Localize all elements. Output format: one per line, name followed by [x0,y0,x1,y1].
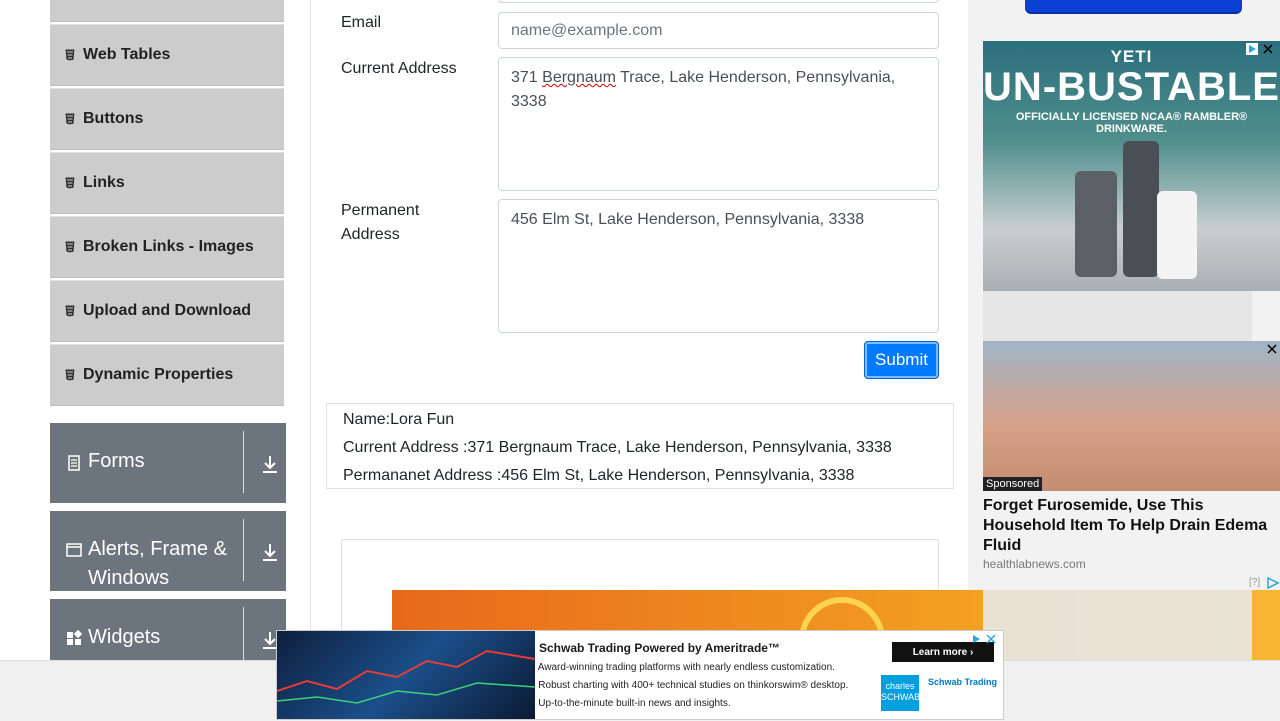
divider [243,519,244,581]
widgets-icon [67,630,82,645]
white-tumbler-image [1157,191,1197,279]
ad-top-button[interactable] [1025,0,1242,12]
sidebar: Web Tables Buttons Links Broken Links - … [28,0,311,679]
schwab-title: Schwab Trading Powered by Ameritrade™ [539,641,780,655]
sidebar-item-label: Broken Links - Images [83,238,254,255]
html5-icon [64,177,76,189]
email-field[interactable]: name@example.com [498,12,939,49]
sidebar-item-label: Buttons [83,110,144,127]
learn-more-button[interactable]: Learn more › [892,642,994,662]
html5-icon [64,113,76,125]
html5-icon [64,49,76,61]
schwab-bullet-3: • Up-to-the-minute built-in news and ins… [532,698,731,709]
sidebar-item-buttons[interactable]: Buttons [50,88,284,150]
current-address-textarea[interactable]: 371 Bergnaum Trace, Lake Henderson, Penn… [498,57,939,191]
html5-icon [64,305,76,317]
divider [243,431,244,493]
schwab-ad[interactable]: Schwab Trading Powered by Ameritrade™ • … [276,630,1004,720]
window-icon [66,543,82,557]
permanent-address-label: Permanent Address [341,202,420,243]
sidebar-item-upload-download[interactable]: Upload and Download [50,280,284,342]
ad-spacer [983,291,1252,341]
ad-close-icon[interactable] [971,633,999,645]
yeti-subhead: OFFICIALLY LICENSED NCAA® RAMBLER® DRINK… [1015,111,1248,135]
chart-graphic [277,649,535,704]
current-address-label: Current Address [341,60,457,77]
adchoices-icon[interactable] [1266,577,1280,589]
permanent-address-textarea[interactable]: 456 Elm St, Lake Henderson, Pennsylvania… [498,199,939,333]
sidebar-item-label: Upload and Download [83,302,251,319]
ad-help[interactable]: [?] [1249,577,1260,588]
sponsored-label: Sponsored [983,477,1043,491]
html5-icon [64,369,76,381]
output-name: Name:Lora Fun [343,411,455,428]
current-address-text: 371 [511,69,543,86]
email-placeholder: name@example.com [511,22,663,39]
left-gutter [0,0,29,660]
output-permanent-address: Permananet Address :456 Elm St, Lake Hen… [343,467,855,484]
ad-overlay-panel [983,590,1252,660]
permanent-address-text: 456 Elm St, Lake Henderson, Pennsylvania… [511,211,865,228]
schwab-trading-logo: Schwab Trading [927,677,997,687]
sidebar-group-alerts[interactable]: Alerts, Frame & Windows [50,511,286,591]
sidebar-item-label: Web Tables [83,46,171,63]
schwab-bullet-1: • Award-winning trading platforms with n… [532,662,835,673]
sidebar-item-previous[interactable] [50,0,284,22]
sidebar-group-label: Widgets [88,626,161,648]
output-current-address: Current Address :371 Bergnaum Trace, Lak… [343,439,892,456]
previous-input[interactable] [498,0,939,3]
sidebar-item-label: Links [83,174,125,191]
sponsored-source[interactable]: healthlabnews.com [983,557,1086,571]
schwab-logo: charles SCHWAB [881,675,920,711]
download-arrow-icon[interactable] [260,542,280,562]
sidebar-item-links[interactable]: Links [50,152,284,214]
spellcheck-word: Bergnaum [542,69,616,86]
schwab-bullet-2: • Robust charting with 400+ technical st… [532,680,849,691]
tumbler-image [1075,171,1117,277]
email-label: Email [341,14,382,31]
sponsored-image[interactable]: Sponsored [983,341,1280,491]
sidebar-item-dynamic-properties[interactable]: Dynamic Properties [50,344,284,406]
yeti-brand: YETI [1110,47,1153,66]
sidebar-item-broken-links[interactable]: Broken Links - Images [50,216,284,278]
output-box: Name:Lora Fun Current Address :371 Bergn… [326,403,954,489]
sidebar-item-label: Dynamic Properties [83,366,234,383]
sidebar-group-label: Forms [88,450,145,472]
sidebar-group-forms[interactable]: Forms [50,423,286,503]
yeti-headline: UN-BUSTABLE [983,65,1280,109]
form-icon [68,455,80,471]
sidebar-group-label: Alerts, Frame & Windows [88,538,227,589]
sponsored-headline[interactable]: Forget Furosemide, Use This Household It… [983,496,1273,556]
yeti-ad[interactable]: YETI UN-BUSTABLE OFFICIALLY LICENSED NCA… [983,41,1280,291]
ad-close-icon[interactable] [1246,43,1276,55]
submit-button[interactable]: Submit [864,341,939,379]
ad-close-icon[interactable] [1266,343,1278,355]
bottle-image [1123,141,1159,277]
sidebar-item-web-tables[interactable]: Web Tables [50,24,284,86]
download-arrow-icon[interactable] [260,454,280,474]
html5-icon [64,241,76,253]
trading-chart-image [277,631,535,719]
